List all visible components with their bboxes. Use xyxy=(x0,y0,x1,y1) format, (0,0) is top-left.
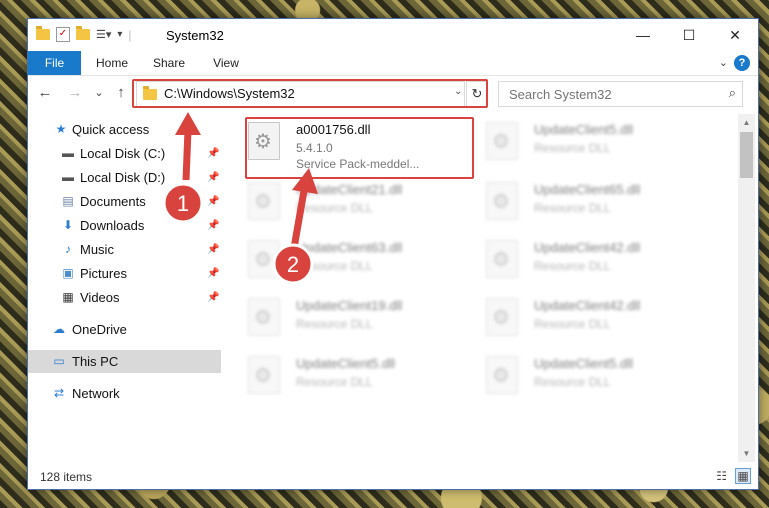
step-1-label: 1 xyxy=(177,191,189,216)
arrow-2-shaft xyxy=(290,184,309,249)
arrow-1-head xyxy=(175,112,201,135)
arrow-2-head xyxy=(292,168,318,194)
annotation-arrows: 1 2 xyxy=(162,112,318,285)
step-2-label: 2 xyxy=(287,252,299,277)
arrow-1-shaft xyxy=(182,129,192,181)
